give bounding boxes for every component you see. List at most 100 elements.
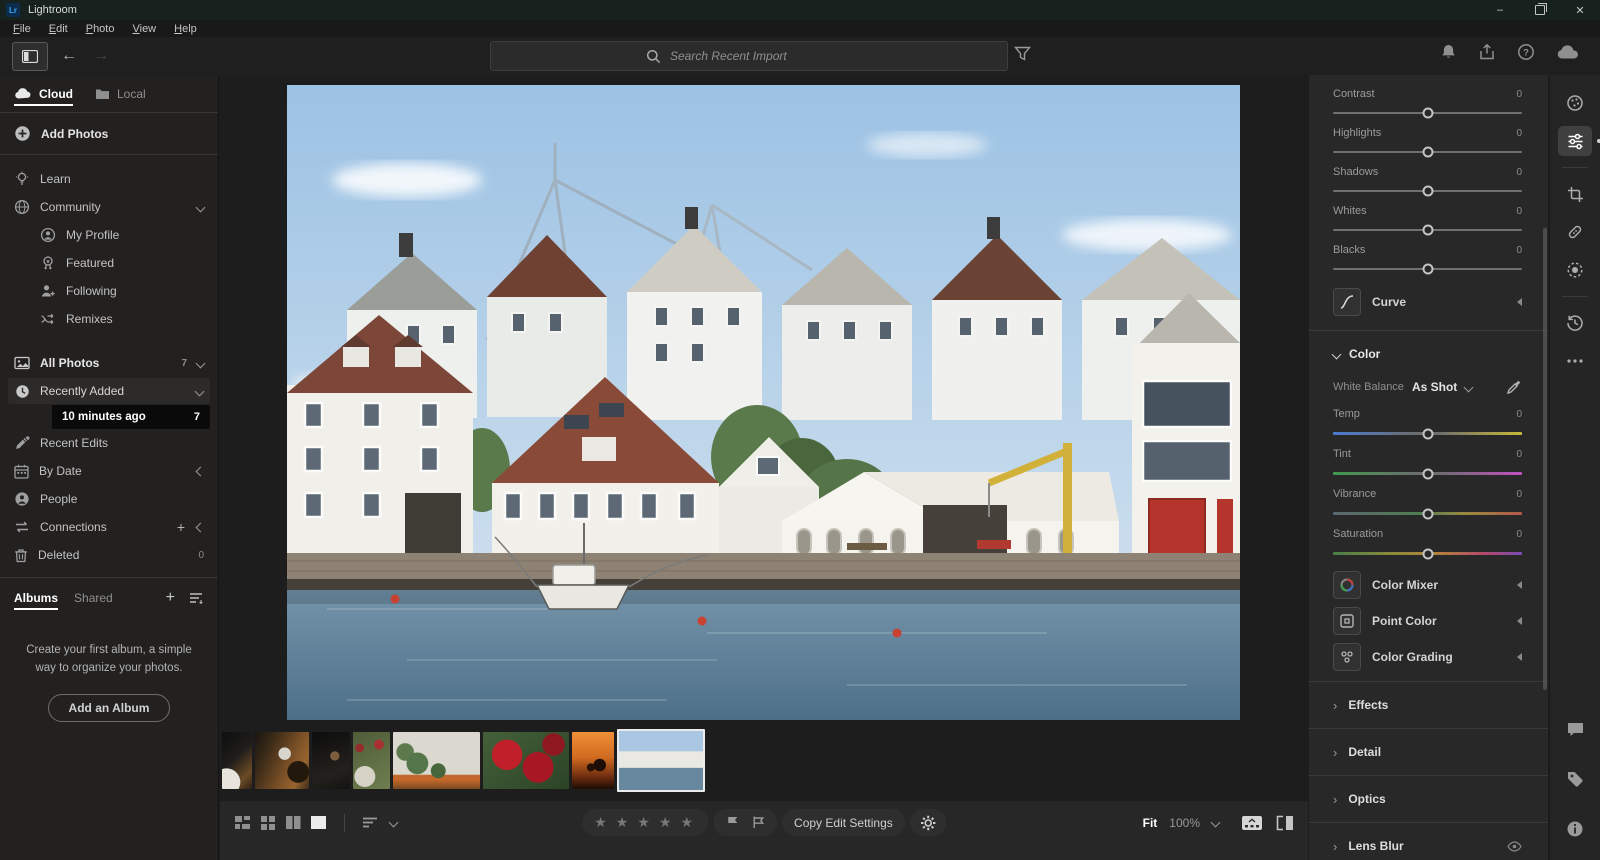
saturation-slider[interactable] xyxy=(1333,552,1522,555)
section-optics[interactable]: › Optics xyxy=(1333,776,1522,822)
sidebar-item-connections[interactable]: Connections + xyxy=(0,513,218,541)
copy-edit-settings-button[interactable]: Copy Edit Settings xyxy=(782,809,905,836)
tab-cloud[interactable]: Cloud xyxy=(14,75,73,112)
filmstrip-thumbnail-4[interactable] xyxy=(353,732,390,789)
photo-viewer[interactable] xyxy=(287,85,1240,720)
pick-flag-icon[interactable] xyxy=(725,815,739,830)
shadows-slider[interactable] xyxy=(1333,190,1522,192)
tint-slider[interactable] xyxy=(1333,472,1522,475)
filmstrip-thumbnail-5[interactable] xyxy=(393,732,480,789)
star-icon[interactable]: ★ xyxy=(616,814,632,831)
sidebar-toggle-button[interactable] xyxy=(12,42,48,71)
chevron-left-icon[interactable] xyxy=(196,466,206,476)
cloud-sync-icon[interactable] xyxy=(1556,44,1580,61)
slider-knob[interactable] xyxy=(1422,468,1433,479)
whites-slider[interactable] xyxy=(1333,229,1522,231)
chevron-left-icon[interactable] xyxy=(196,522,206,532)
versions-icon[interactable] xyxy=(1558,308,1592,338)
sidebar-item-all-photos[interactable]: All Photos 7 xyxy=(0,349,218,377)
star-icon[interactable]: ★ xyxy=(659,814,675,831)
slider-knob[interactable] xyxy=(1422,186,1433,197)
filmstrip-thumbnail-2[interactable] xyxy=(255,732,309,789)
sort-icon[interactable] xyxy=(362,816,379,829)
white-balance-chevron-icon[interactable] xyxy=(1464,382,1474,392)
presets-icon[interactable] xyxy=(1558,88,1592,118)
filmstrip-thumbnail-selected[interactable] xyxy=(617,729,705,792)
edit-sliders-icon[interactable] xyxy=(1558,126,1592,156)
zoom-level[interactable]: 100% xyxy=(1169,816,1200,830)
sidebar-item-recently-added[interactable]: Recently Added xyxy=(8,378,210,404)
close-button[interactable]: ✕ xyxy=(1560,0,1600,20)
search-input[interactable] xyxy=(668,48,852,64)
reject-flag-icon[interactable] xyxy=(751,815,765,830)
healing-icon[interactable] xyxy=(1558,217,1592,247)
add-album-icon[interactable]: + xyxy=(166,589,175,607)
section-effects[interactable]: › Effects xyxy=(1333,682,1522,728)
chevron-down-icon[interactable] xyxy=(196,202,206,212)
blacks-slider[interactable] xyxy=(1333,268,1522,270)
eyedropper-icon[interactable] xyxy=(1506,379,1522,395)
filmstrip-thumbnail-3[interactable] xyxy=(312,732,350,789)
filmstrip-thumbnail-1[interactable] xyxy=(222,732,252,789)
highlights-slider[interactable] xyxy=(1333,151,1522,153)
info-icon[interactable] xyxy=(1558,814,1592,844)
star-icon[interactable]: ★ xyxy=(594,814,610,831)
keywords-tag-icon[interactable] xyxy=(1558,764,1592,794)
add-photos-button[interactable]: Add Photos xyxy=(0,113,218,155)
expand-left-icon[interactable] xyxy=(1517,653,1522,661)
slider-knob[interactable] xyxy=(1422,108,1433,119)
color-mixer-button[interactable]: Color Mixer xyxy=(1333,567,1522,603)
menu-edit[interactable]: Edit xyxy=(40,23,77,35)
compare-view-icon[interactable] xyxy=(285,815,301,830)
filter-icon[interactable] xyxy=(1014,46,1031,62)
notifications-bell-icon[interactable] xyxy=(1440,43,1457,61)
menu-photo[interactable]: Photo xyxy=(77,23,124,35)
slider-knob[interactable] xyxy=(1422,264,1433,275)
fit-button[interactable]: Fit xyxy=(1143,816,1158,830)
help-icon[interactable]: ? xyxy=(1517,43,1535,61)
menu-help[interactable]: Help xyxy=(165,23,206,35)
sidebar-item-community[interactable]: Community xyxy=(0,193,218,221)
sidebar-item-remixes[interactable]: Remixes xyxy=(0,305,218,333)
temp-slider[interactable] xyxy=(1333,432,1522,435)
star-icon[interactable]: ★ xyxy=(637,814,653,831)
zoom-chevron-icon[interactable] xyxy=(1211,818,1221,828)
sidebar-item-people[interactable]: People xyxy=(0,485,218,513)
filmstrip-toggle-icon[interactable] xyxy=(1241,815,1263,831)
restore-button[interactable] xyxy=(1520,0,1560,20)
tab-shared[interactable]: Shared xyxy=(74,580,113,616)
sidebar-item-learn[interactable]: Learn xyxy=(0,165,218,193)
minimize-button[interactable]: – xyxy=(1480,0,1520,20)
share-icon[interactable] xyxy=(1478,43,1496,61)
expand-left-icon[interactable] xyxy=(1517,617,1522,625)
point-color-button[interactable]: Point Color xyxy=(1333,603,1522,639)
add-album-button[interactable]: Add an Album xyxy=(48,694,171,722)
edit-panel-scrollbar[interactable] xyxy=(1543,228,1547,690)
sidebar-item-recent-edits[interactable]: Recent Edits xyxy=(0,429,218,457)
vibrance-slider[interactable] xyxy=(1333,512,1522,515)
sidebar-item-time-group-selected[interactable]: 10 minutes ago 7 xyxy=(52,405,210,429)
more-options-icon[interactable] xyxy=(1558,346,1592,376)
detail-view-icon[interactable] xyxy=(310,815,327,830)
masking-icon[interactable] xyxy=(1558,255,1592,285)
contrast-slider[interactable] xyxy=(1333,112,1522,114)
tab-albums[interactable]: Albums xyxy=(14,580,58,616)
slider-knob[interactable] xyxy=(1422,548,1433,559)
menu-view[interactable]: View xyxy=(123,23,165,35)
section-lens-blur[interactable]: › Lens Blur xyxy=(1333,823,1522,860)
expand-left-icon[interactable] xyxy=(1517,581,1522,589)
white-balance-value[interactable]: As Shot xyxy=(1412,380,1457,394)
slider-knob[interactable] xyxy=(1422,428,1433,439)
sidebar-item-by-date[interactable]: By Date xyxy=(0,457,218,485)
comments-icon[interactable] xyxy=(1558,714,1592,744)
tab-local[interactable]: Local xyxy=(95,75,146,112)
chevron-down-icon[interactable] xyxy=(196,358,206,368)
back-arrow-button[interactable]: ← xyxy=(56,42,82,69)
crop-icon[interactable] xyxy=(1558,179,1592,209)
before-after-icon[interactable] xyxy=(1275,815,1294,831)
filmstrip-thumbnail-7[interactable] xyxy=(572,732,614,789)
search-box[interactable] xyxy=(490,41,1008,71)
star-rating-control[interactable]: ★ ★ ★ ★ ★ xyxy=(582,809,708,836)
color-grading-button[interactable]: Color Grading xyxy=(1333,639,1522,675)
sidebar-item-deleted[interactable]: Deleted 0 xyxy=(0,541,218,569)
